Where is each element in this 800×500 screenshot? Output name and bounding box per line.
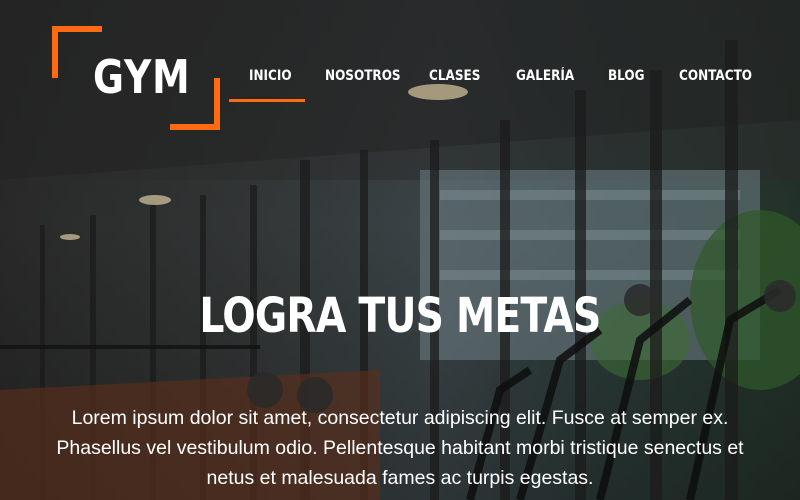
nav-item-nosotros[interactable]: NOSOTROS [325, 68, 401, 84]
nav-item-blog[interactable]: BLOG [608, 68, 645, 84]
hero-description: Lorem ipsum dolor sit amet, consectetur … [56, 407, 744, 489]
hero-section: GYM INICIO NOSOTROS CLASES GALERÍA BLOG … [0, 0, 800, 500]
logo-text: GYM [93, 50, 191, 104]
nav-active-indicator [229, 99, 305, 102]
gym-logo[interactable]: GYM [52, 26, 220, 130]
nav-item-contacto[interactable]: CONTACTO [679, 68, 752, 84]
nav-item-clases[interactable]: CLASES [429, 68, 480, 84]
hero-title: LOGRA TUS METAS [199, 288, 601, 344]
nav-item-inicio[interactable]: INICIO [249, 68, 292, 84]
nav-item-galeria[interactable]: GALERÍA [516, 68, 574, 84]
